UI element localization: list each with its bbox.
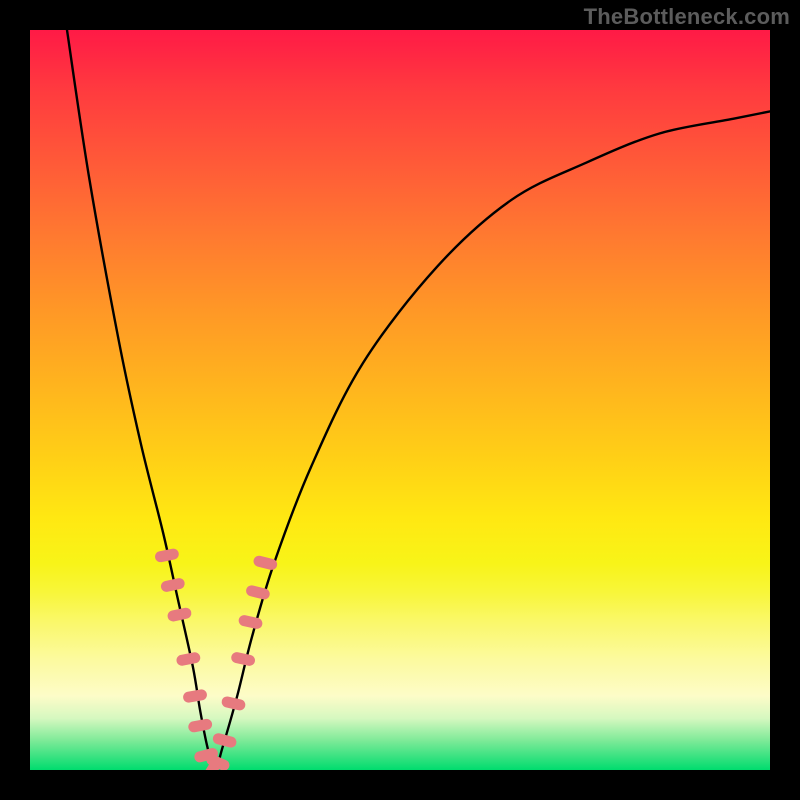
sampled-point: [252, 555, 278, 571]
sampled-point: [230, 651, 256, 667]
watermark-text: TheBottleneck.com: [584, 4, 790, 30]
sampled-point: [176, 651, 202, 666]
chart-svg: [30, 30, 770, 770]
sampled-points-group: [154, 548, 278, 770]
sampled-point: [182, 688, 208, 703]
sampled-point: [154, 548, 180, 563]
sampled-point: [221, 695, 247, 711]
chart-stage: TheBottleneck.com: [0, 0, 800, 800]
sampled-point: [212, 732, 238, 749]
plot-area: [30, 30, 770, 770]
bottleneck-curve: [67, 30, 770, 770]
sampled-point: [187, 718, 213, 733]
sampled-point: [167, 607, 193, 623]
sampled-point: [160, 577, 186, 593]
sampled-point: [238, 614, 264, 630]
